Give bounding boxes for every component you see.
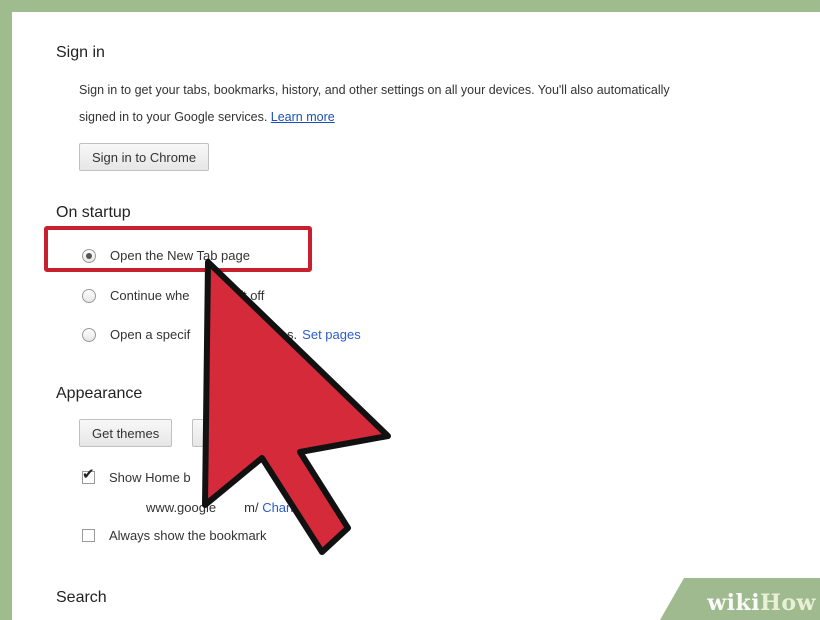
pointer-arrow-icon xyxy=(202,259,391,555)
